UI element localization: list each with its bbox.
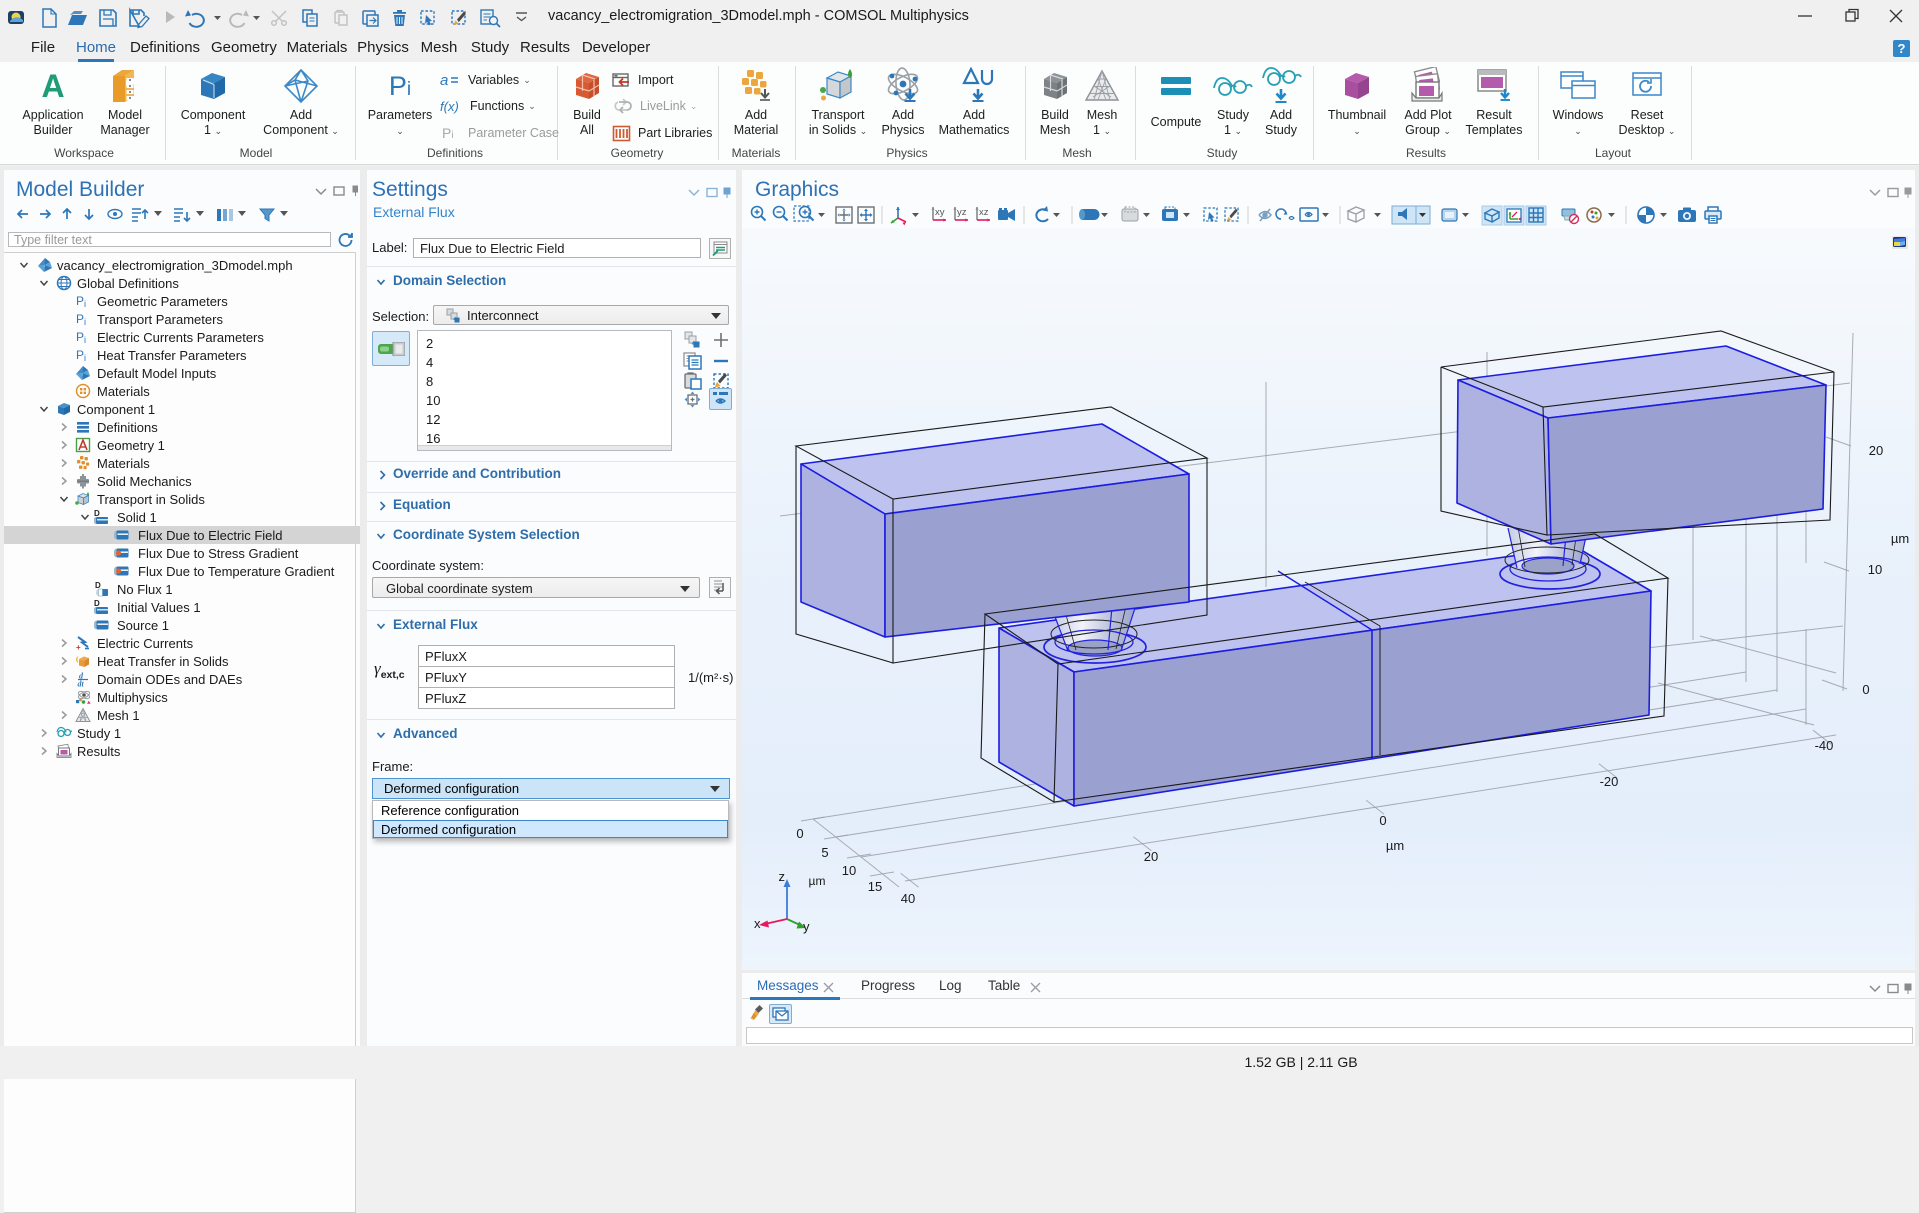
svg-text:µm: µm (1891, 531, 1909, 546)
svg-text:5: 5 (821, 845, 828, 860)
svg-text:15: 15 (868, 879, 882, 894)
svg-text:z: z (779, 869, 786, 884)
svg-text:xy: xy (935, 207, 945, 218)
svg-text:xz: xz (979, 207, 989, 218)
svg-text:-40: -40 (1815, 738, 1834, 753)
svg-text:y: y (803, 919, 810, 934)
svg-text:20: 20 (1144, 849, 1158, 864)
svg-text:µm: µm (1386, 838, 1404, 853)
svg-text:10: 10 (842, 863, 856, 878)
svg-text:0: 0 (1379, 813, 1386, 828)
svg-text:yz: yz (957, 207, 967, 218)
svg-text:Pi: Pi (442, 125, 454, 141)
svg-text:10: 10 (1868, 562, 1882, 577)
svg-text:0: 0 (1862, 682, 1869, 697)
svg-text:µm: µm (809, 874, 826, 888)
svg-text:-20: -20 (1600, 774, 1619, 789)
svg-text:a: a (440, 72, 448, 88)
svg-text:20: 20 (1869, 443, 1883, 458)
svg-text:40: 40 (901, 891, 915, 906)
svg-text:f(x): f(x) (440, 99, 459, 114)
svg-text:x: x (754, 916, 761, 931)
svg-text:0: 0 (796, 826, 803, 841)
